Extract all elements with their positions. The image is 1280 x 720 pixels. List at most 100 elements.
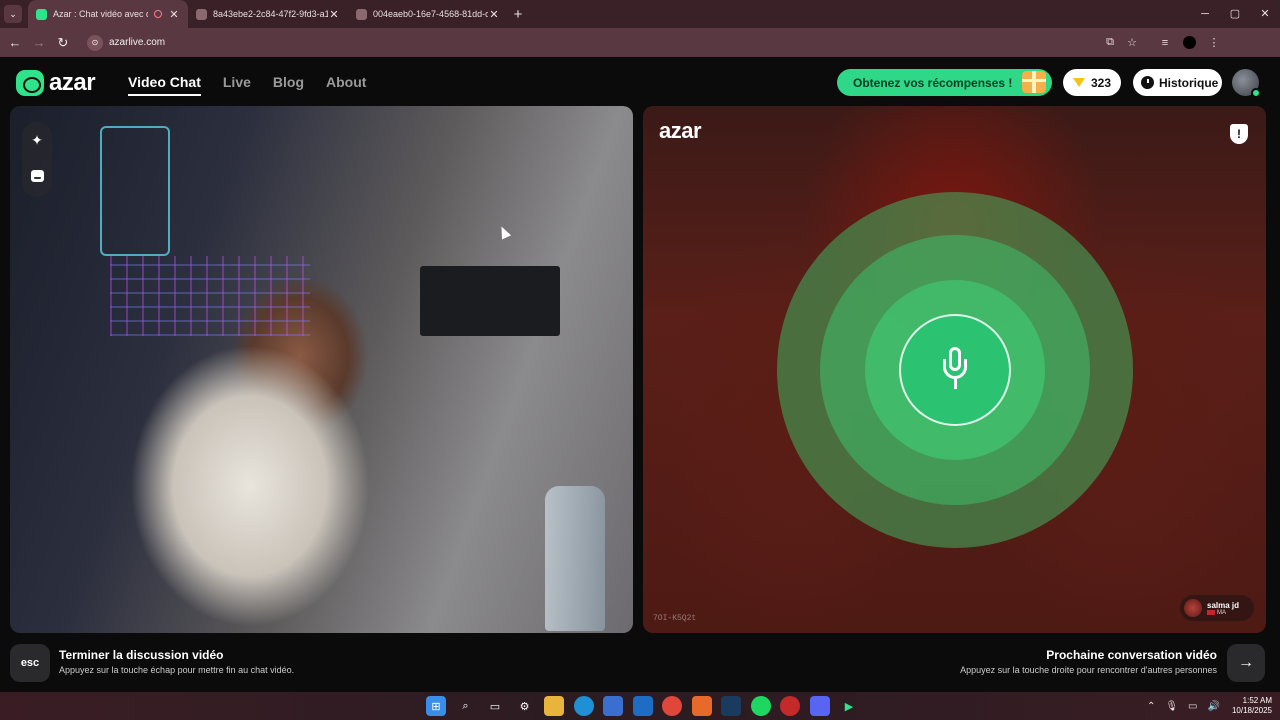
volume-icon[interactable]: 🔊 — [1208, 701, 1220, 712]
history-button[interactable]: Historique — [1133, 69, 1222, 96]
close-window-icon[interactable]: ✕ — [1250, 0, 1280, 28]
tab-title: 8a43ebe2-2c84-47f2-9fd3-a1a — [213, 9, 328, 19]
app-a-icon[interactable] — [691, 696, 712, 716]
new-tab-icon[interactable]: + — [508, 6, 528, 23]
morocco-flag-icon — [1207, 610, 1215, 615]
tab-close-icon[interactable]: ✕ — [328, 8, 340, 21]
settings-icon[interactable]: ⚙ — [515, 696, 535, 716]
end-chat-esc-button[interactable]: esc — [10, 644, 50, 682]
peer-avatar — [1184, 599, 1202, 617]
terminal-icon[interactable]: ▶ — [839, 696, 859, 716]
video-tools: ✦ — [22, 122, 52, 197]
windows-taskbar: ⊞ ⌕ ▭ ⚙ ▶ ⌃ 🎙 ▭ 🔊 1:52 AM 10/18/2025 — [0, 692, 1280, 720]
system-tray: ⌃ 🎙 ▭ 🔊 1:52 AM 10/18/2025 — [1137, 692, 1272, 720]
mouse-cursor-icon — [496, 224, 512, 240]
tab-3[interactable]: 004eaeb0-16e7-4568-81dd-da ✕ — [348, 0, 508, 28]
peer-name: salma jd — [1207, 600, 1240, 610]
end-chat-title: Terminer la discussion vidéo — [59, 648, 224, 662]
recording-indicator-icon — [154, 10, 162, 18]
page-favicon-icon — [356, 8, 367, 20]
azar-watermark: azar — [659, 118, 702, 143]
nav-video-chat[interactable]: Video Chat — [128, 74, 201, 96]
install-app-icon[interactable]: ⧉ — [1099, 36, 1121, 49]
tab-title: 004eaeb0-16e7-4568-81dd-da — [373, 9, 488, 19]
face-filter-icon[interactable] — [22, 158, 52, 194]
forward-icon[interactable]: → — [27, 35, 51, 50]
display-icon[interactable]: ▭ — [1188, 701, 1197, 712]
chrome-icon[interactable] — [662, 696, 682, 716]
minimize-icon[interactable]: ─ — [1190, 0, 1220, 28]
spotify-icon[interactable] — [750, 696, 771, 716]
app-red-icon[interactable] — [780, 696, 800, 716]
reload-icon[interactable]: ↻ — [51, 35, 75, 51]
steam-icon[interactable] — [721, 696, 741, 716]
gems-balance-button[interactable]: 323 — [1063, 69, 1121, 96]
rewards-button[interactable]: Obtenez vos récompenses ! — [837, 69, 1052, 96]
omnibox[interactable]: ⊙ azarlive.com ⧉ ☆ — [83, 32, 1143, 54]
next-chat-arrow-button[interactable]: → — [1227, 644, 1265, 682]
user-avatar[interactable] — [1232, 69, 1261, 98]
tab-close-icon[interactable]: ✕ — [488, 8, 500, 21]
maximize-icon[interactable]: ▢ — [1220, 0, 1250, 28]
peer-country: MA — [1217, 609, 1226, 616]
self-video-panel: ✦ — [10, 106, 633, 633]
task-view-icon[interactable]: ▭ — [485, 696, 505, 716]
background-decor — [110, 256, 310, 336]
tray-overflow-icon[interactable]: ⌃ — [1147, 701, 1155, 712]
azar-logo-icon — [16, 70, 44, 96]
background-decor — [420, 266, 560, 336]
back-icon[interactable]: ← — [3, 35, 27, 50]
clock-date: 10/18/2025 — [1231, 706, 1272, 715]
tab-2[interactable]: 8a43ebe2-2c84-47f2-9fd3-a1a ✕ — [188, 0, 348, 28]
window-controls: ─ ▢ ✕ — [1190, 0, 1280, 28]
tab-title: Azar : Chat vidéo avec de n — [53, 9, 148, 19]
windows-start-icon[interactable]: ⊞ — [426, 696, 446, 716]
address-bar-row: ← → ↻ ⊙ azarlive.com ⧉ ☆ ≡ ⋮ — [0, 28, 1280, 57]
bookmark-star-icon[interactable]: ☆ — [1121, 36, 1143, 49]
outlook-icon[interactable] — [632, 696, 653, 716]
system-clock[interactable]: 1:52 AM 10/18/2025 — [1232, 696, 1272, 716]
end-chat-description: Appuyez sur la touche échap pour mettre … — [59, 665, 295, 675]
next-chat-title: Prochaine conversation vidéo — [1046, 648, 1217, 662]
azar-logo[interactable]: azar — [16, 69, 96, 97]
clock-time: 1:52 AM — [1242, 696, 1272, 705]
nav-about[interactable]: About — [326, 74, 366, 96]
tab-search-icon[interactable]: ⌄ — [4, 5, 22, 23]
report-shield-icon[interactable]: ! — [1230, 124, 1248, 144]
gem-icon — [1072, 78, 1085, 87]
logo-text: azar — [49, 69, 96, 96]
next-chat-description: Appuyez sur la touche droite pour rencon… — [960, 665, 1217, 675]
profile-avatar-icon[interactable] — [1183, 36, 1196, 49]
background-decor — [100, 126, 170, 256]
clock-icon — [1141, 76, 1154, 89]
nav-live[interactable]: Live — [223, 74, 251, 96]
media-controls-icon[interactable]: ≡ — [1153, 37, 1177, 49]
microphone-icon — [940, 347, 970, 393]
tab-azar[interactable]: Azar : Chat vidéo avec de n ✕ — [28, 0, 188, 28]
page-favicon-icon — [196, 8, 207, 20]
file-explorer-icon[interactable] — [544, 696, 564, 716]
microphone-tray-icon[interactable]: 🎙 — [1165, 701, 1178, 712]
tab-close-icon[interactable]: ✕ — [168, 8, 180, 21]
peer-profile-tag[interactable]: salma jd MA — [1180, 595, 1254, 621]
browser-menu-icon[interactable]: ⋮ — [1202, 36, 1226, 49]
browser-tab-strip: ⌄ Azar : Chat vidéo avec de n ✕ 8a43ebe2… — [0, 0, 1280, 28]
store-icon[interactable] — [603, 696, 623, 716]
site-info-icon[interactable]: ⊙ — [87, 34, 103, 51]
main-nav: Video Chat Live Blog About — [128, 74, 388, 96]
peer-video-panel: azar ! 7OI-K5Q2t salma jd MA — [643, 106, 1266, 633]
azar-app: azar Video Chat Live Blog About Obtenez … — [0, 57, 1280, 692]
search-icon[interactable]: ⌕ — [456, 696, 476, 716]
effects-sparkle-icon[interactable]: ✦ — [22, 122, 52, 158]
gems-count: 323 — [1090, 75, 1112, 90]
background-decor — [545, 486, 605, 631]
online-status-icon — [1251, 88, 1261, 98]
taskbar-apps: ⊞ ⌕ ▭ ⚙ ▶ — [426, 696, 869, 716]
edge-icon[interactable] — [573, 696, 594, 716]
discord-icon[interactable] — [809, 696, 830, 716]
gift-icon — [1022, 71, 1046, 93]
url-text[interactable]: azarlive.com — [109, 37, 165, 48]
nav-blog[interactable]: Blog — [273, 74, 304, 96]
history-label: Historique — [1159, 75, 1219, 90]
azar-favicon-icon — [36, 8, 47, 20]
